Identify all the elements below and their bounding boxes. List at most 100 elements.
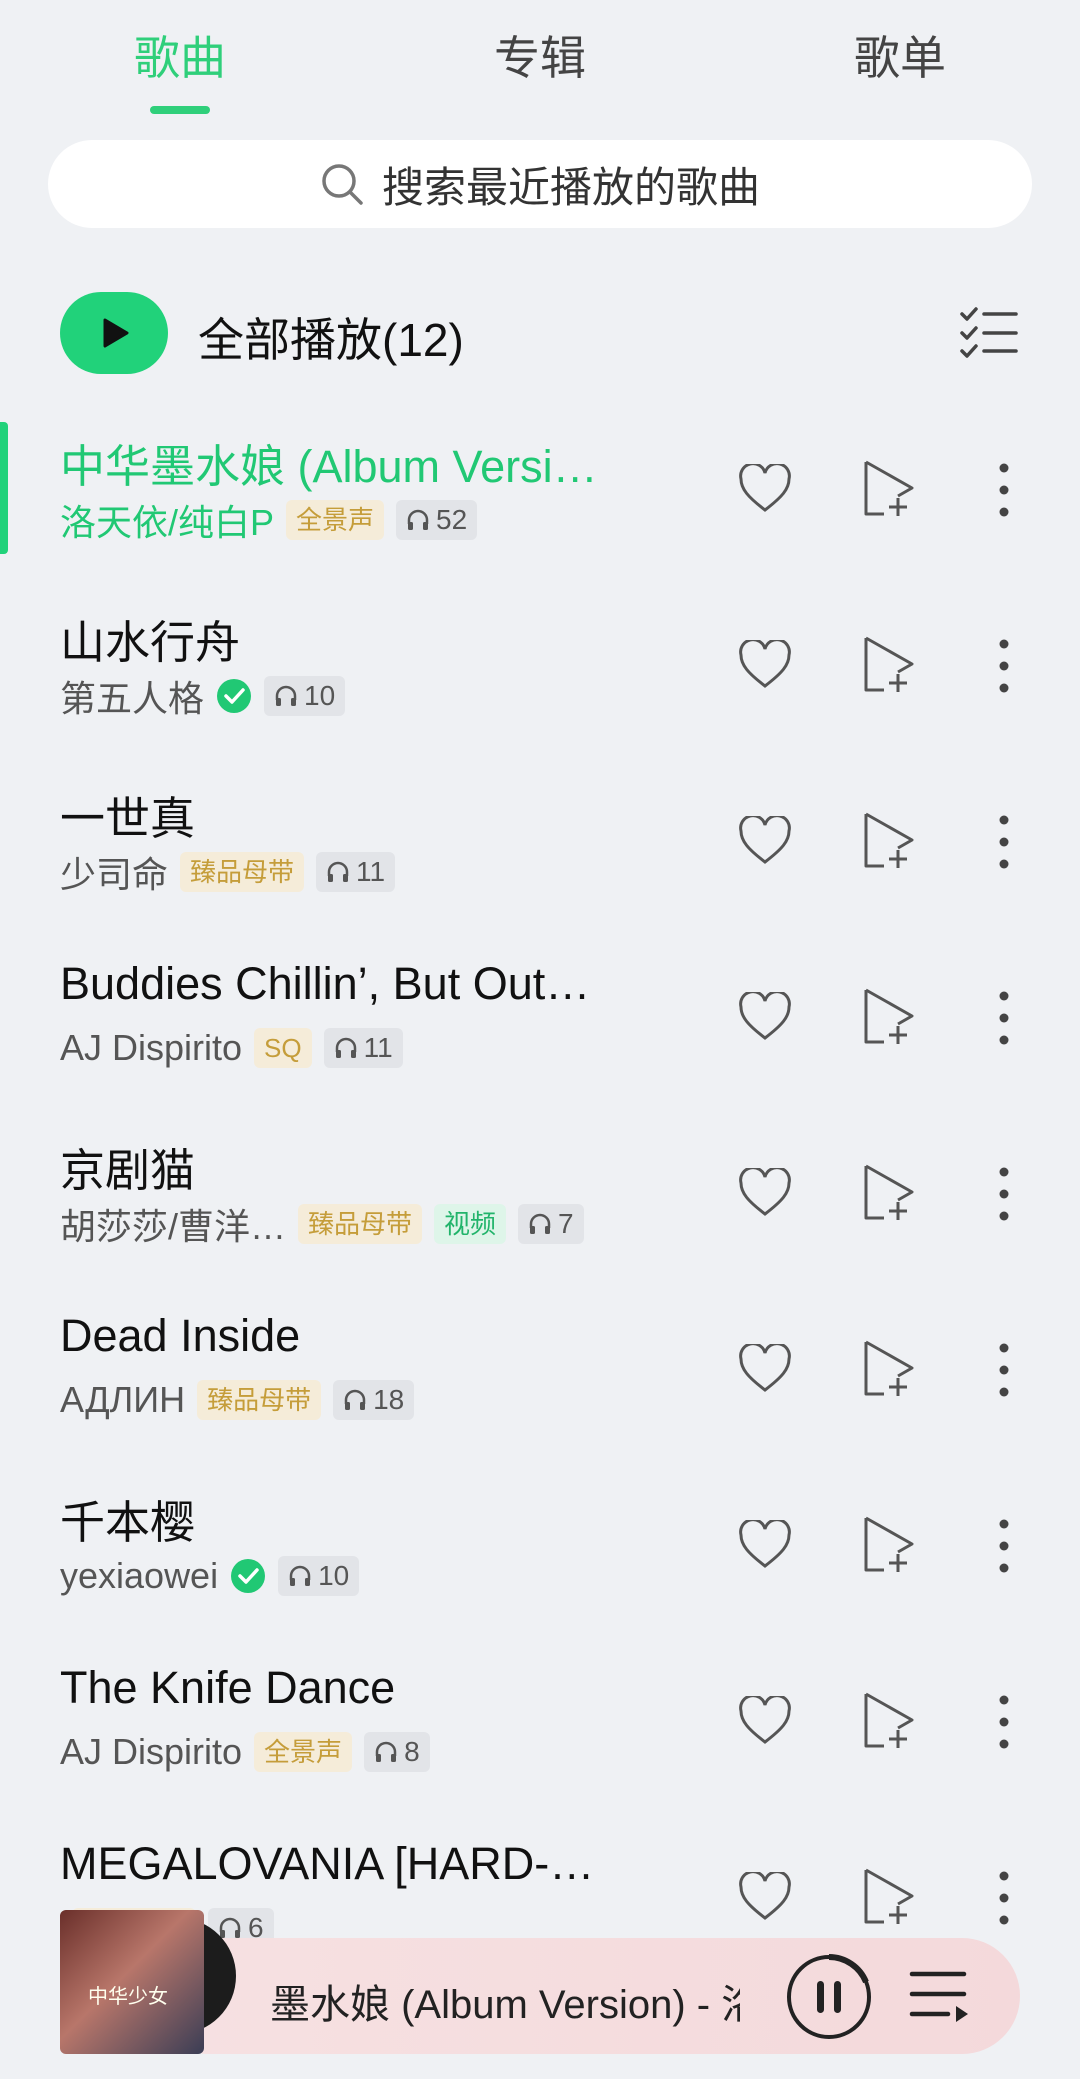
song-row[interactable]: Dead Inside АДЛИН 臻品母带 18 xyxy=(0,1300,1080,1476)
add-to-playlist-icon[interactable] xyxy=(862,986,916,1046)
song-meta: AJ Dispirito 全景声 8 xyxy=(60,1730,430,1774)
play-count-value: 11 xyxy=(356,856,386,887)
heart-icon[interactable] xyxy=(738,992,792,1042)
play-all-label[interactable]: 全部播放(12) xyxy=(198,304,464,370)
song-meta: 洛天依/纯白P 全景声 52 xyxy=(60,498,478,543)
add-to-playlist-icon[interactable] xyxy=(862,1690,916,1750)
song-row[interactable]: 山水行舟 第五人格 10 xyxy=(0,596,1080,772)
song-artist[interactable]: 胡莎莎/曹洋… xyxy=(60,1198,286,1250)
headphones-icon xyxy=(375,1741,397,1762)
play-count: 11 xyxy=(323,1028,403,1068)
quality-badge: SQ xyxy=(254,1028,312,1068)
headphones-icon xyxy=(275,685,297,706)
play-count-value: 10 xyxy=(318,1560,350,1591)
play-queue-icon[interactable] xyxy=(908,1966,972,2026)
play-count-value: 10 xyxy=(304,680,336,711)
tab-albums[interactable]: 专辑 xyxy=(450,22,630,88)
song-row[interactable]: Buddies Chillin’, But Out… AJ Dispirito SQ… xyxy=(0,948,1080,1124)
song-title[interactable]: 京剧猫 xyxy=(60,1134,620,1199)
search-bar[interactable]: 搜索最近播放的歌曲 xyxy=(48,140,1032,228)
song-artist[interactable]: 第五人格 xyxy=(60,670,204,722)
headphones-icon xyxy=(407,509,429,530)
heart-icon[interactable] xyxy=(738,464,792,514)
song-artist[interactable]: 少司命 xyxy=(60,846,168,898)
play-count-value: 7 xyxy=(558,1208,574,1239)
play-all-button[interactable] xyxy=(60,292,168,374)
more-options-icon[interactable] xyxy=(990,462,1018,518)
add-to-playlist-icon[interactable] xyxy=(862,1866,916,1926)
more-options-icon[interactable] xyxy=(990,1694,1018,1750)
headphones-icon xyxy=(327,861,349,882)
play-count: 11 xyxy=(316,852,396,892)
song-title[interactable]: 中华墨水娘 (Album Versi… xyxy=(60,430,620,495)
song-title[interactable]: Buddies Chillin’, But Out… xyxy=(60,958,620,1010)
song-artist[interactable]: АДЛИН xyxy=(60,1379,185,1421)
tab-playlists[interactable]: 歌单 xyxy=(810,22,990,88)
tab-songs[interactable]: 歌曲 xyxy=(90,22,270,88)
heart-icon[interactable] xyxy=(738,640,792,690)
quality-badge: 臻品母带 xyxy=(298,1204,423,1244)
heart-icon[interactable] xyxy=(738,1872,792,1922)
add-to-playlist-icon[interactable] xyxy=(862,1338,916,1398)
search-placeholder: 搜索最近播放的歌曲 xyxy=(381,163,760,211)
quality-badge: 臻品母带 xyxy=(197,1380,322,1420)
add-to-playlist-icon[interactable] xyxy=(862,1514,916,1574)
song-row[interactable]: The Knife Dance AJ Dispirito 全景声 8 xyxy=(0,1652,1080,1828)
add-to-playlist-icon[interactable] xyxy=(862,634,916,694)
verified-icon xyxy=(217,679,252,713)
add-to-playlist-icon[interactable] xyxy=(862,810,916,870)
song-meta: 第五人格 10 xyxy=(60,674,346,719)
heart-icon[interactable] xyxy=(738,1520,792,1570)
song-title[interactable]: 千本樱 xyxy=(60,1486,620,1551)
headphones-icon xyxy=(289,1565,311,1586)
song-artist[interactable]: 洛天依/纯白P xyxy=(60,494,274,546)
song-title[interactable]: The Knife Dance xyxy=(60,1662,620,1714)
play-count: 7 xyxy=(518,1204,584,1244)
song-row[interactable]: 京剧猫 胡莎莎/曹洋… 臻品母带 视频 7 xyxy=(0,1124,1080,1300)
song-artist[interactable]: AJ Dispirito xyxy=(60,1731,242,1773)
more-options-icon[interactable] xyxy=(990,990,1018,1046)
more-options-icon[interactable] xyxy=(990,814,1018,870)
headphones-icon xyxy=(529,1213,551,1234)
song-row[interactable]: 一世真 少司命 臻品母带 11 xyxy=(0,772,1080,948)
album-cover[interactable]: 中华少女 xyxy=(60,1910,204,2054)
song-meta: 胡莎莎/曹洋… 臻品母带 视频 7 xyxy=(60,1202,584,1247)
now-playing-title[interactable]: 墨水娘 (Album Version) - 洛 xyxy=(270,1972,740,2030)
heart-icon[interactable] xyxy=(738,816,792,866)
heart-icon[interactable] xyxy=(738,1168,792,1218)
more-options-icon[interactable] xyxy=(990,1166,1018,1222)
song-title[interactable]: 山水行舟 xyxy=(60,606,620,671)
song-meta: yexiaowei 10 xyxy=(60,1554,360,1598)
heart-icon[interactable] xyxy=(738,1696,792,1746)
heart-icon[interactable] xyxy=(738,1344,792,1394)
headphones-icon xyxy=(335,1037,356,1058)
play-count-value: 8 xyxy=(404,1736,420,1767)
play-icon xyxy=(103,318,129,348)
more-options-icon[interactable] xyxy=(990,638,1018,694)
song-row[interactable]: 中华墨水娘 (Album Versi… 洛天依/纯白P 全景声 52 xyxy=(0,420,1080,596)
add-to-playlist-icon[interactable] xyxy=(862,458,916,518)
play-count-value: 18 xyxy=(373,1384,405,1415)
song-artist[interactable]: AJ Dispirito xyxy=(60,1027,242,1069)
song-artist[interactable]: yexiaowei xyxy=(60,1555,218,1597)
quality-badge: 全景声 xyxy=(286,500,385,540)
more-options-icon[interactable] xyxy=(990,1518,1018,1574)
active-tab-indicator xyxy=(150,106,210,114)
song-title[interactable]: 一世真 xyxy=(60,782,620,847)
play-count-value: 11 xyxy=(363,1032,393,1063)
now-playing-indicator xyxy=(0,422,8,554)
add-to-playlist-icon[interactable] xyxy=(862,1162,916,1222)
play-count: 52 xyxy=(396,500,478,540)
song-meta: AJ Dispirito SQ 11 xyxy=(60,1026,403,1070)
more-options-icon[interactable] xyxy=(990,1870,1018,1926)
play-count-value: 52 xyxy=(436,504,468,535)
song-meta: АДЛИН 臻品母带 18 xyxy=(60,1378,415,1422)
song-row[interactable]: 千本樱 yexiaowei 10 xyxy=(0,1476,1080,1652)
video-badge[interactable]: 视频 xyxy=(434,1204,507,1244)
pause-button[interactable] xyxy=(786,1954,872,2040)
song-title[interactable]: Dead Inside xyxy=(60,1310,620,1362)
song-title[interactable]: MEGALOVANIA [HARD-… xyxy=(60,1838,620,1890)
more-options-icon[interactable] xyxy=(990,1342,1018,1398)
search-icon xyxy=(322,164,363,205)
multi-select-icon[interactable] xyxy=(960,306,1018,358)
